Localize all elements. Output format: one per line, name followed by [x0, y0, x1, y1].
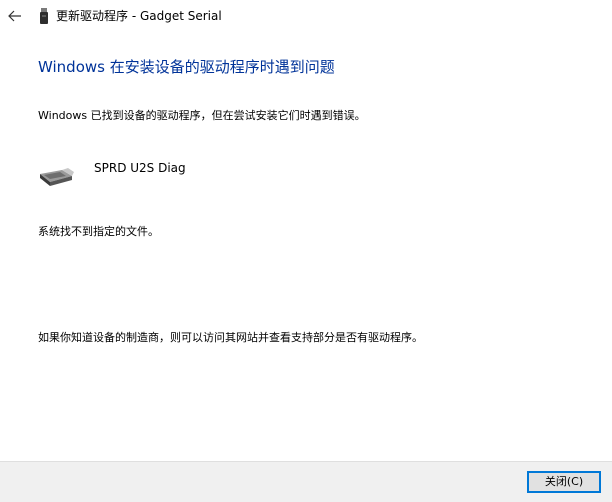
back-button[interactable]	[4, 5, 26, 27]
back-arrow-icon	[8, 10, 21, 22]
hint-text: 如果你知道设备的制造商，则可以访问其网站并查看支持部分是否有驱动程序。	[38, 331, 423, 344]
device-name: SPRD U2S Diag	[94, 161, 186, 175]
page-heading: Windows 在安装设备的驱动程序时遇到问题	[38, 58, 335, 76]
description-text: Windows 已找到设备的驱动程序，但在尝试安装它们时遇到错误。	[38, 109, 366, 122]
update-driver-window: 更新驱动程序 - Gadget Serial Windows 在安装设备的驱动程…	[0, 0, 612, 502]
footer-bar: 关闭(C)	[0, 461, 612, 502]
error-message: 系统找不到指定的文件。	[38, 225, 159, 238]
close-button[interactable]: 关闭(C)	[527, 471, 601, 493]
usb-device-icon	[40, 168, 74, 186]
window-title: 更新驱动程序 - Gadget Serial	[56, 9, 222, 23]
title-bar: 更新驱动程序 - Gadget Serial	[0, 0, 612, 32]
usb-device-icon	[40, 8, 48, 24]
